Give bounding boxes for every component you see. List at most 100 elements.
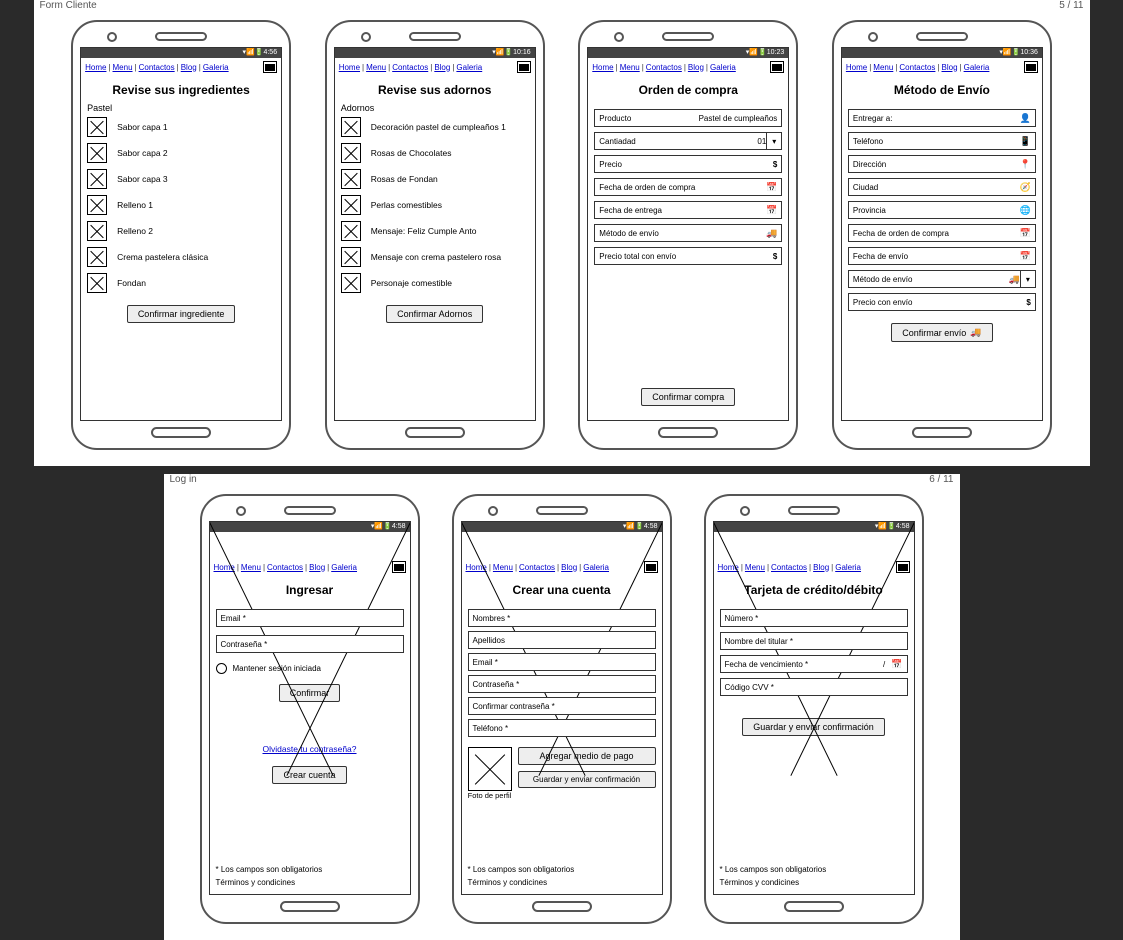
checkbox[interactable] [87,143,107,163]
guardar-enviar-button[interactable]: Guardar y enviar confirmación [518,771,656,788]
telefono-field[interactable]: Teléfono * [468,719,656,737]
contrasena-field[interactable]: Contraseña * [468,675,656,693]
nav-home[interactable]: Home [846,63,867,72]
numero-field[interactable]: Número * [720,609,908,627]
checkbox[interactable] [87,247,107,267]
dropdown-icon[interactable] [766,133,781,149]
email-field[interactable]: Email * [216,609,404,627]
olvidaste-link[interactable]: Olvidaste tu contraseña? [262,744,356,754]
nav-galeria[interactable]: Galeria [964,63,990,72]
confirmar-contrasena-field[interactable]: Confirmar contraseña * [468,697,656,715]
producto-field[interactable]: ProductoPastel de cumpleaños [594,109,782,127]
email-field[interactable]: Email * [468,653,656,671]
nav-galeria[interactable]: Galeria [583,563,609,572]
cart-icon[interactable] [392,561,406,573]
nav-contactos[interactable]: Contactos [519,563,555,572]
nav-menu[interactable]: Menu [873,63,893,72]
nav-contactos[interactable]: Contactos [646,63,682,72]
nav-galeria[interactable]: Galeria [331,563,357,572]
cart-icon[interactable] [770,61,784,73]
nav-menu[interactable]: Menu [113,63,133,72]
fecha-orden-field[interactable]: Fecha de orden de compra [848,224,1036,242]
nav-blog[interactable]: Blog [813,563,829,572]
cart-icon[interactable] [896,561,910,573]
precio-envio-field[interactable]: Precio con envío [848,293,1036,311]
checkbox[interactable] [341,273,361,293]
checkbox[interactable] [87,169,107,189]
terms-link[interactable]: Términos y condicines [216,877,323,890]
checkbox[interactable] [341,169,361,189]
terms-link[interactable]: Términos y condicines [720,877,827,890]
password-field[interactable]: Contraseña * [216,635,404,653]
cart-icon[interactable] [517,61,531,73]
cantidad-field[interactable]: Cantiadad01 [594,132,782,150]
direccion-field[interactable]: Dirección [848,155,1036,173]
nav-blog[interactable]: Blog [181,63,197,72]
checkbox[interactable] [87,195,107,215]
nav-blog[interactable]: Blog [688,63,704,72]
provincia-field[interactable]: Provincia [848,201,1036,219]
confirmar-compra-button[interactable]: Confirmar compra [641,388,735,406]
fecha-entrega-field[interactable]: Fecha de entrega [594,201,782,219]
entregar-field[interactable]: Entregar a: [848,109,1036,127]
cart-icon[interactable] [644,561,658,573]
nav-contactos[interactable]: Contactos [139,63,175,72]
checkbox[interactable] [341,247,361,267]
nav-galeria[interactable]: Galeria [710,63,736,72]
cvv-field[interactable]: Código CVV * [720,678,908,696]
nav-galeria[interactable]: Galeria [456,63,482,72]
crear-cuenta-button[interactable]: Crear cuenta [272,766,346,784]
checkbox[interactable] [341,221,361,241]
remember-radio[interactable] [216,663,227,674]
nav-contactos[interactable]: Contactos [771,563,807,572]
confirmar-envio-button[interactable]: Confirmar envío [891,323,992,342]
confirmar-ingrediente-button[interactable]: Confirmar ingrediente [127,305,236,323]
nav-galeria[interactable]: Galeria [203,63,229,72]
nav-home[interactable]: Home [718,563,739,572]
metodo-envio-field[interactable]: Método de envío [594,224,782,242]
foto-perfil-placeholder[interactable] [468,747,512,791]
precio-total-field[interactable]: Precio total con envío [594,247,782,265]
nav-home[interactable]: Home [85,63,106,72]
guardar-enviar-button[interactable]: Guardar y enviar confirmación [742,718,885,736]
nav-galeria[interactable]: Galeria [835,563,861,572]
nav-blog[interactable]: Blog [561,563,577,572]
nav-menu[interactable]: Menu [366,63,386,72]
nav-menu[interactable]: Menu [745,563,765,572]
nav-blog[interactable]: Blog [309,563,325,572]
metodo-field[interactable]: Método de envío [848,270,1036,288]
vencimiento-field[interactable]: Fecha de vencimiento */ [720,655,908,673]
nav-menu[interactable]: Menu [620,63,640,72]
ciudad-field[interactable]: Ciudad [848,178,1036,196]
fecha-orden-field[interactable]: Fecha de orden de compra [594,178,782,196]
checkbox[interactable] [87,273,107,293]
cart-icon[interactable] [1024,61,1038,73]
checkbox[interactable] [87,221,107,241]
dropdown-icon[interactable] [1020,271,1035,287]
nav-contactos[interactable]: Contactos [899,63,935,72]
precio-field[interactable]: Precio [594,155,782,173]
nombres-field[interactable]: Nombres * [468,609,656,627]
titular-field[interactable]: Nombre del titular * [720,632,908,650]
nav-home[interactable]: Home [339,63,360,72]
checkbox[interactable] [87,117,107,137]
nav-home[interactable]: Home [466,563,487,572]
confirmar-adornos-button[interactable]: Confirmar Adornos [386,305,483,323]
nav-blog[interactable]: Blog [434,63,450,72]
nav-home[interactable]: Home [592,63,613,72]
nav-menu[interactable]: Menu [493,563,513,572]
nav-home[interactable]: Home [214,563,235,572]
apellidos-field[interactable]: Apellidos [468,631,656,649]
checkbox[interactable] [341,195,361,215]
nav-blog[interactable]: Blog [942,63,958,72]
checkbox[interactable] [341,117,361,137]
nav-contactos[interactable]: Contactos [392,63,428,72]
terms-link[interactable]: Términos y condicines [468,877,575,890]
checkbox[interactable] [341,143,361,163]
confirmar-button[interactable]: Confirmar [279,684,341,702]
telefono-field[interactable]: Teléfono [848,132,1036,150]
agregar-medio-pago-button[interactable]: Agregar medio de pago [518,747,656,765]
nav-contactos[interactable]: Contactos [267,563,303,572]
fecha-envio-field[interactable]: Fecha de envío [848,247,1036,265]
nav-menu[interactable]: Menu [241,563,261,572]
